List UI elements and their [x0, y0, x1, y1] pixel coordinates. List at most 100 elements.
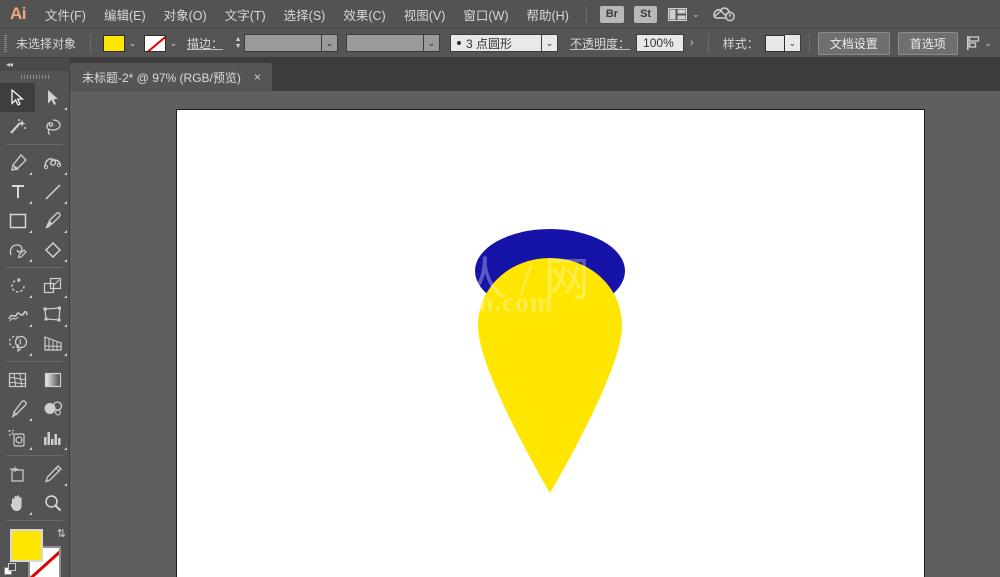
pen-tool[interactable]: [0, 148, 35, 177]
type-tool[interactable]: [0, 177, 35, 206]
stroke-profile-input[interactable]: [346, 34, 424, 52]
workspace-chevron-down-icon[interactable]: ⌄: [692, 9, 700, 20]
free-transform-icon: [43, 306, 62, 323]
opacity-more-icon[interactable]: ›: [684, 37, 700, 49]
free-transform-tool[interactable]: [35, 300, 70, 329]
artboard-tool[interactable]: [0, 459, 35, 488]
tool-fill-swatch[interactable]: [10, 529, 43, 562]
shape-builder-tool[interactable]: [0, 329, 35, 358]
column-graph-tool[interactable]: [35, 423, 70, 452]
tools-divider-5: [6, 520, 63, 521]
bridge-button[interactable]: Br: [600, 6, 624, 23]
menu-view[interactable]: 视图(V): [395, 0, 455, 29]
fill-swatch[interactable]: [103, 35, 125, 52]
preferences-button[interactable]: 首选项: [898, 32, 958, 55]
symbol-sprayer-tool[interactable]: [0, 423, 35, 452]
mesh-tool[interactable]: [0, 365, 35, 394]
menu-object[interactable]: 对象(O): [155, 0, 216, 29]
menu-file[interactable]: 文件(F): [36, 0, 95, 29]
tool-group-color: [0, 365, 70, 452]
menu-edit[interactable]: 编辑(E): [95, 0, 155, 29]
eyedropper-tool[interactable]: [0, 394, 35, 423]
artwork-svg: [177, 110, 924, 577]
scale-tool[interactable]: [35, 271, 70, 300]
stroke-swatch[interactable]: [144, 35, 166, 52]
canvas-area[interactable]: 人 / 网 еm.com: [70, 91, 1000, 577]
paintbrush-icon: [44, 212, 62, 230]
graphic-style-swatch[interactable]: [765, 35, 785, 52]
fill-stroke-controls: ⇅: [0, 525, 70, 577]
flyout-indicator-icon: [29, 201, 32, 204]
workspace-layout-icon[interactable]: ⌄: [668, 8, 700, 21]
graphic-style-dropdown[interactable]: ⌄: [785, 34, 801, 52]
control-bar-grip[interactable]: [0, 29, 10, 58]
line-segment-tool[interactable]: [35, 177, 70, 206]
opacity-label: 不透明度：: [564, 35, 636, 52]
align-options-icon: [966, 36, 981, 50]
swap-fill-stroke-icon[interactable]: ⇅: [57, 527, 66, 540]
adobe-stock-button[interactable]: St: [634, 6, 657, 23]
stroke-profile-dropdown[interactable]: ⌄: [424, 34, 440, 52]
stroke-weight-stepper[interactable]: ▲▼: [232, 34, 244, 52]
align-group[interactable]: ⌄: [966, 34, 996, 53]
direct-selection-tool[interactable]: [35, 83, 70, 112]
document-setup-button[interactable]: 文档设置: [818, 32, 890, 55]
stroke-weight-dropdown[interactable]: ⌄: [322, 34, 338, 52]
flyout-indicator-icon: [64, 259, 67, 262]
fill-group: ⌄: [103, 34, 140, 53]
brush-preview-icon: [457, 41, 461, 45]
align-chevron-down-icon[interactable]: ⌄: [981, 34, 996, 53]
tools-divider-3: [6, 361, 63, 362]
rectangle-tool[interactable]: [0, 206, 35, 235]
stroke-weight-input[interactable]: [244, 34, 322, 52]
brush-definition-value[interactable]: 3 点圆形: [450, 34, 542, 52]
opacity-input[interactable]: 100%: [636, 34, 684, 52]
menu-type[interactable]: 文字(T): [216, 0, 275, 29]
magic-wand-icon: [9, 118, 27, 135]
artboard-icon: [8, 465, 27, 483]
blend-tool[interactable]: [35, 394, 70, 423]
lasso-icon: [44, 118, 62, 136]
collapse-panel-icon[interactable]: ◂◂: [6, 60, 12, 69]
zoom-tool[interactable]: [35, 488, 70, 517]
close-icon[interactable]: ×: [251, 70, 264, 84]
menu-bar: Ai 文件(F) 编辑(E) 对象(O) 文字(T) 选择(S) 效果(C) 视…: [0, 0, 1000, 29]
stroke-chevron-down-icon[interactable]: ⌄: [166, 34, 181, 53]
eraser-tool[interactable]: [35, 235, 70, 264]
creative-cloud-icon[interactable]: [712, 6, 736, 22]
tools-panel-grip[interactable]: [0, 71, 69, 83]
shaper-pencil-icon: [8, 241, 27, 259]
shaper-tool[interactable]: [0, 235, 35, 264]
artboard[interactable]: [176, 109, 925, 577]
document-tab-bar: 未标题-2* @ 97% (RGB/预览) ×: [0, 58, 1000, 91]
flyout-indicator-icon: [29, 418, 32, 421]
fill-chevron-down-icon[interactable]: ⌄: [125, 34, 140, 53]
gradient-tool[interactable]: [35, 365, 70, 394]
flyout-indicator-icon: [64, 201, 67, 204]
menu-select[interactable]: 选择(S): [275, 0, 335, 29]
paintbrush-tool[interactable]: [35, 206, 70, 235]
hand-tool[interactable]: [0, 488, 35, 517]
eyedropper-icon: [9, 400, 27, 418]
flyout-indicator-icon: [64, 230, 67, 233]
slice-tool[interactable]: [35, 459, 70, 488]
graphic-style-group: ⌄: [765, 34, 801, 52]
default-fill-stroke-icon[interactable]: [4, 563, 17, 577]
flyout-indicator-icon: [64, 447, 67, 450]
lasso-tool[interactable]: [35, 112, 70, 141]
flyout-indicator-icon: [29, 172, 32, 175]
menu-effect[interactable]: 效果(C): [334, 0, 394, 29]
rotate-tool[interactable]: [0, 271, 35, 300]
brush-definition-dropdown[interactable]: ⌄: [542, 34, 558, 52]
magic-wand-tool[interactable]: [0, 112, 35, 141]
curvature-tool[interactable]: [35, 148, 70, 177]
direct-selection-arrow-icon: [46, 89, 59, 106]
flyout-indicator-icon: [29, 447, 32, 450]
menu-window[interactable]: 窗口(W): [454, 0, 517, 29]
document-tab[interactable]: 未标题-2* @ 97% (RGB/预览) ×: [70, 63, 272, 91]
menu-help[interactable]: 帮助(H): [518, 0, 578, 29]
width-tool[interactable]: [0, 300, 35, 329]
style-label: 样式：: [717, 35, 765, 52]
selection-tool[interactable]: [0, 83, 35, 112]
perspective-grid-tool[interactable]: [35, 329, 70, 358]
